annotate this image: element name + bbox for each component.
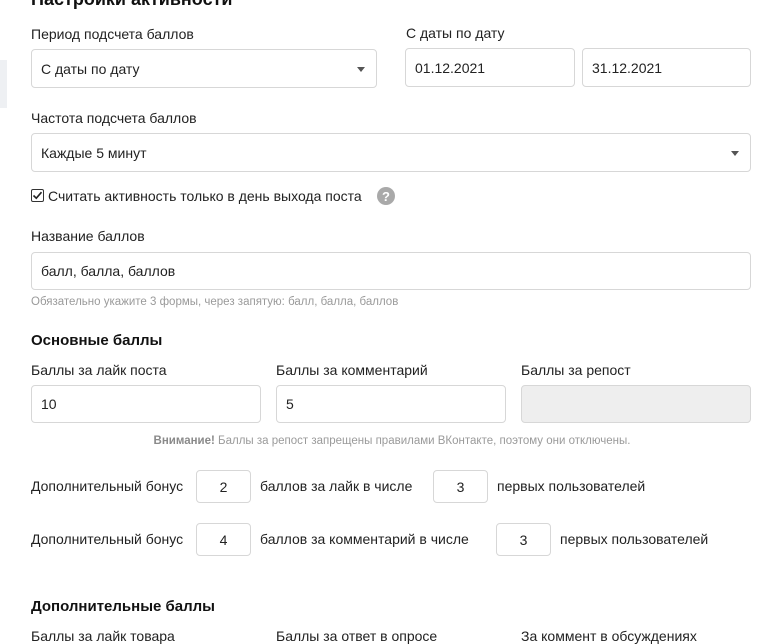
discussion-comment-label: За коммент в обсуждениях (521, 628, 697, 644)
bonus-comment-count-input[interactable]: 3 (496, 523, 551, 556)
page-title: Настройки активности (31, 0, 232, 10)
comment-points-input[interactable]: 5 (276, 385, 506, 423)
bonus-comment-suffix: первых пользователей (560, 531, 709, 547)
bonus-like-suffix: первых пользователей (497, 478, 646, 494)
bonus-comment-points-value: 4 (219, 531, 228, 548)
chevron-down-icon (731, 150, 739, 156)
date-range-label: С даты по дату (406, 25, 505, 41)
bonus-like-prefix: Дополнительный бонус (31, 478, 184, 494)
help-icon[interactable]: ? (377, 187, 395, 205)
comment-points-label: Баллы за комментарий (276, 362, 428, 378)
date-from-value: 01.12.2021 (415, 59, 486, 76)
frequency-select-value: Каждые 5 минут (41, 144, 147, 161)
only-post-day-checkbox[interactable] (31, 189, 44, 202)
chevron-down-icon (357, 66, 365, 72)
repost-points-input (521, 385, 751, 423)
bonus-comment-points-input[interactable]: 4 (196, 523, 251, 556)
points-name-label: Название баллов (31, 228, 145, 244)
repost-warning-bold: Внимание! (153, 435, 215, 447)
date-to-input[interactable]: 31.12.2021 (582, 48, 751, 87)
bonus-like-points-input[interactable]: 2 (196, 470, 251, 503)
bonus-like-count-value: 3 (456, 478, 465, 495)
date-to-value: 31.12.2021 (592, 59, 663, 76)
left-edge-strip (0, 60, 7, 108)
like-points-input[interactable]: 10 (31, 385, 261, 423)
frequency-select[interactable]: Каждые 5 минут (31, 133, 751, 172)
bonus-comment-count-value: 3 (519, 531, 528, 548)
period-select-value: С даты по дату (41, 60, 140, 77)
points-name-input[interactable]: балл, балла, баллов (31, 252, 751, 290)
period-select[interactable]: С даты по дату (31, 49, 377, 88)
points-name-hint: Обязательно укажите 3 формы, через запят… (31, 296, 399, 308)
like-points-label: Баллы за лайк поста (31, 362, 167, 378)
bonus-like-points-value: 2 (219, 478, 228, 495)
poll-answer-label: Баллы за ответ в опросе (276, 628, 438, 644)
points-name-value: балл, балла, баллов (41, 263, 176, 279)
bonus-comment-prefix: Дополнительный бонус (31, 531, 184, 547)
comment-points-value: 5 (286, 396, 294, 412)
repost-warning-text: Баллы за репост запрещены правилами ВКон… (214, 435, 631, 447)
period-label: Период подсчета баллов (31, 26, 194, 42)
repost-points-label: Баллы за репост (521, 362, 631, 378)
only-post-day-label: Считать активность только в день выхода … (48, 188, 362, 204)
extra-points-title: Дополнительные баллы (31, 598, 215, 615)
repost-warning-note: Внимание! Баллы за репост запрещены прав… (0, 435, 767, 447)
main-points-title: Основные баллы (31, 332, 163, 349)
product-like-label: Баллы за лайк товара (31, 628, 175, 644)
checkmark-icon (32, 191, 43, 200)
bonus-like-count-input[interactable]: 3 (433, 470, 488, 503)
like-points-value: 10 (41, 396, 57, 412)
bonus-like-middle: баллов за лайк в числе (260, 478, 413, 494)
frequency-label: Частота подсчета баллов (31, 110, 197, 126)
date-from-input[interactable]: 01.12.2021 (405, 48, 575, 87)
bonus-comment-middle: баллов за комментарий в числе (260, 531, 469, 547)
